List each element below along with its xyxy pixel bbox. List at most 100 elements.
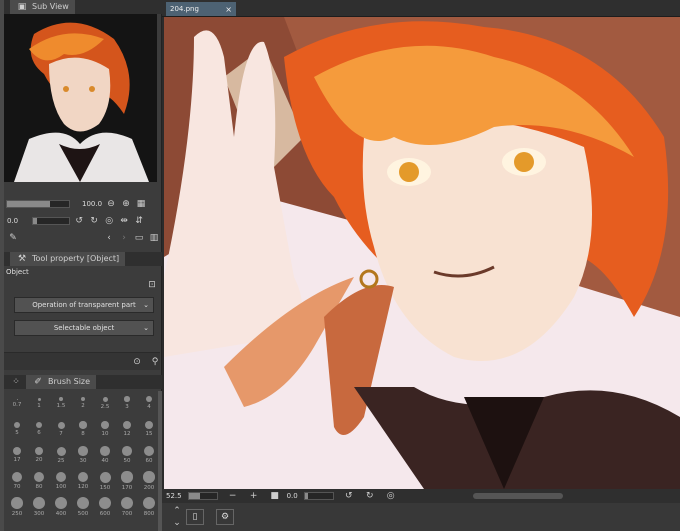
rotate-left-icon[interactable]: ↺ [343,490,355,502]
brush-size-cell[interactable]: 2 [72,391,94,415]
flip-horizontal-icon[interactable]: ⇹ [118,215,130,227]
rotate-left-icon[interactable]: ↺ [73,215,85,227]
eyedropper-icon[interactable]: ✎ [7,232,19,244]
brush-size-cell[interactable]: 20 [28,443,50,467]
brush-size-cell[interactable]: 200 [138,469,160,493]
brush-size-cell[interactable]: 70 [6,469,28,493]
zoom-in-icon[interactable]: + [248,490,260,502]
brush-size-label: 200 [143,484,155,491]
brush-size-label: 150 [99,484,111,491]
arrow-up-icon[interactable]: ⌃ [171,505,183,517]
arrow-down-icon[interactable]: ⌄ [171,517,183,529]
tab-brush-size[interactable]: ✐ Brush Size [26,375,97,389]
brush-size-cell[interactable]: 500 [72,495,94,519]
zoom-in-icon[interactable]: ⊕ [120,198,132,210]
zoom-slider[interactable] [6,200,70,208]
brush-size-preview [37,397,41,401]
settings-button[interactable]: ⚙ [216,509,234,525]
rotate-slider[interactable] [32,217,71,225]
zoom-out-icon[interactable]: − [227,490,239,502]
flip-vertical-icon[interactable]: ⇵ [133,215,145,227]
image-tools-row: ✎ ‹ › ▭ ▥ [4,229,160,247]
brush-size-cell[interactable]: 250 [6,495,28,519]
brush-size-cell[interactable]: 4 [138,391,160,415]
brush-size-cell[interactable]: 170 [116,469,138,493]
brush-size-cell[interactable]: 100 [50,469,72,493]
tab-tool-property[interactable]: ⚒ Tool property [Object] [10,252,126,266]
brush-size-cell[interactable]: 600 [94,495,116,519]
next-icon[interactable]: › [118,232,130,244]
brush-size-cell[interactable]: 8 [72,417,94,441]
selectable-object-dropdown[interactable]: Selectable object ⌄ [14,320,154,336]
tab-sub-view[interactable]: ▣ Sub View [10,0,75,14]
brush-size-preview [143,497,155,509]
stop-icon[interactable]: ■ [269,490,281,502]
brush-size-cell[interactable]: 6 [28,417,50,441]
brush-size-cell[interactable]: 300 [28,495,50,519]
brush-size-preview [57,421,65,429]
image-icon: ▣ [17,2,27,12]
canvas-rotate-slider[interactable] [303,492,334,500]
brush-size-cell[interactable]: 30 [72,443,94,467]
reset-rotation-icon[interactable]: ◎ [385,490,397,502]
brush-size-label: 40 [101,457,109,464]
brush-size-cell[interactable]: 1.5 [50,391,72,415]
brush-size-preview [121,471,133,483]
brush-size-cell[interactable]: 12 [116,417,138,441]
brush-size-preview [144,446,154,456]
close-icon[interactable]: × [225,5,232,14]
fit-icon[interactable]: ▦ [135,198,147,210]
previous-icon[interactable]: ‹ [103,232,115,244]
brush-size-label: 8 [81,430,85,437]
brush-size-cell[interactable]: 5 [6,417,28,441]
brush-size-cell[interactable]: 40 [94,443,116,467]
brush-size-label: 170 [121,484,133,491]
tool-property-title: Tool property [Object] [32,254,120,263]
brush-size-cell[interactable]: 15 [138,417,160,441]
lock-icon[interactable]: ⊡ [146,279,158,291]
brush-size-label: 2.5 [100,403,110,410]
brush-size-cell[interactable]: 800 [138,495,160,519]
reset-rotation-icon[interactable]: ◎ [103,215,115,227]
brush-size-label: 500 [77,511,89,517]
transparent-part-dropdown[interactable]: Operation of transparent part ⌄ [14,297,154,313]
navigator-preview[interactable] [4,14,157,182]
bottom-toolbar: ⌃ ⌄ ▯ ⚙ [162,503,680,531]
horizontal-scrollbar[interactable] [472,493,563,499]
brush-size-cell[interactable]: 700 [116,495,138,519]
rotate-right-icon[interactable]: ↻ [88,215,100,227]
menu-icon[interactable]: ⊙ [131,356,143,368]
trash-icon[interactable]: ▥ [148,232,160,244]
brush-size-cell[interactable]: 80 [28,469,50,493]
brush-size-label: 250 [11,510,23,517]
rotate-row: 0.0 ↺ ↻ ◎ ⇹ ⇵ [4,212,160,230]
brush-size-preview [55,497,67,509]
brush-size-cell[interactable]: 0.7 [6,391,28,415]
brush-size-cell[interactable]: 120 [72,469,94,493]
brush-size-preview [11,471,23,483]
open-folder-icon[interactable]: ▭ [133,232,145,244]
brush-size-cell[interactable]: 1 [28,391,50,415]
brush-size-cell[interactable]: 3 [116,391,138,415]
layout-button[interactable]: ▯ [186,509,204,525]
brush-size-cell[interactable]: 2.5 [94,391,116,415]
brush-size-cell[interactable]: 25 [50,443,72,467]
brush-size-cell[interactable]: 150 [94,469,116,493]
brush-size-preview [12,446,22,456]
canvas-zoom-slider[interactable] [187,492,218,500]
brush-size-label: 800 [143,511,155,517]
brush-size-cell[interactable]: 60 [138,443,160,467]
brush-size-preview [124,396,130,402]
search-icon[interactable]: ⚲ [149,356,161,368]
zoom-out-icon[interactable]: ⊖ [105,198,117,210]
brush-size-preview [144,420,154,430]
brush-size-cell[interactable]: 10 [94,417,116,441]
canvas[interactable] [164,17,680,489]
brush-size-cell[interactable]: 400 [50,495,72,519]
brush-size-cell[interactable]: 7 [50,417,72,441]
brush-size-cell[interactable]: 17 [6,443,28,467]
rotate-right-icon[interactable]: ↻ [364,490,376,502]
status-bar: 52.5 − + ■ 0.0 ↺ ↻ ◎ [162,489,680,503]
tab-document[interactable]: 204.png × [166,2,236,16]
brush-size-cell[interactable]: 50 [116,443,138,467]
